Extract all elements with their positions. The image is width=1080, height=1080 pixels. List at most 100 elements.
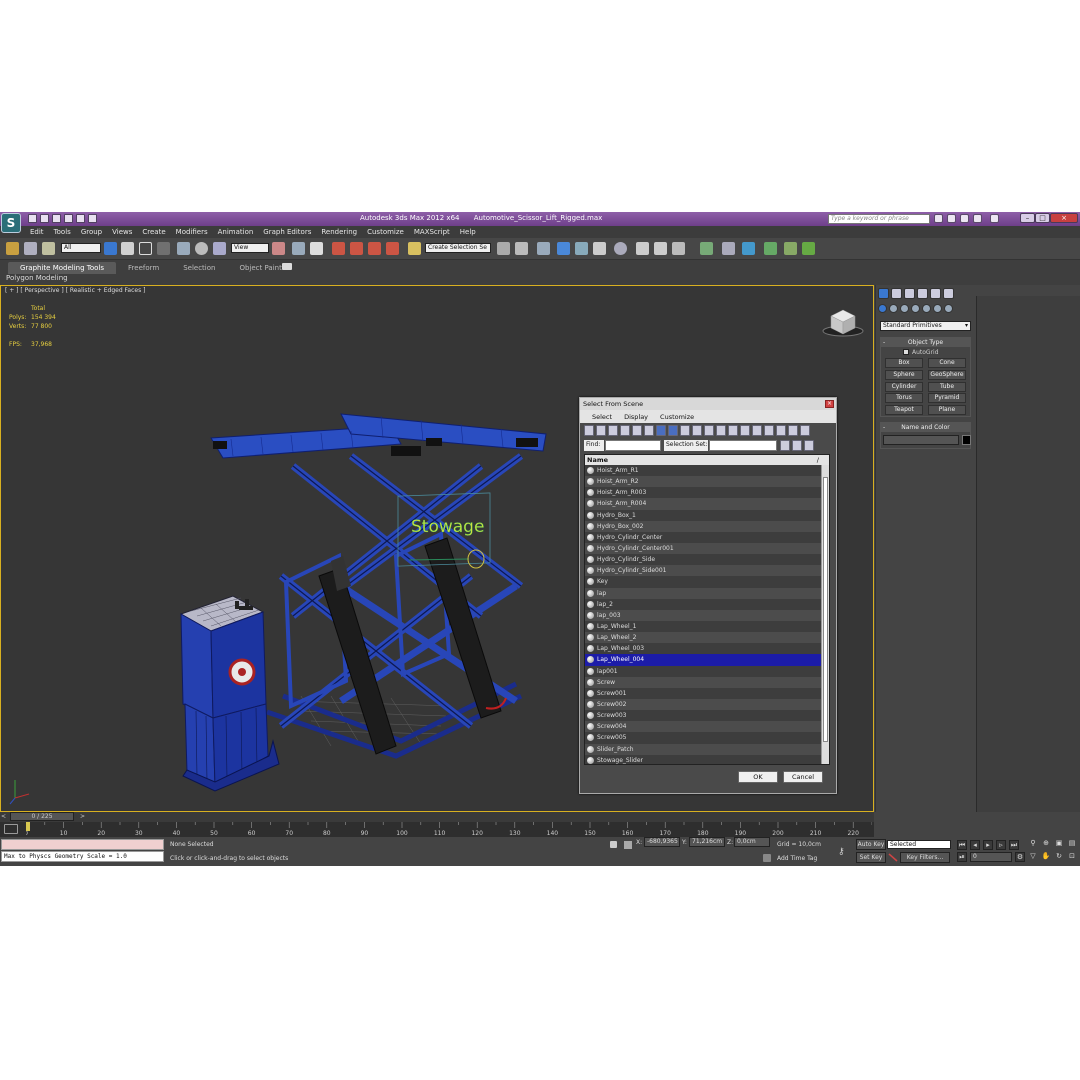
go-to-end-icon[interactable]: ⏭ <box>1009 840 1019 850</box>
search-input[interactable]: Type a keyword or phrase <box>828 214 930 224</box>
menu-create[interactable]: Create <box>142 228 165 236</box>
create-cone-button[interactable]: Cone <box>928 358 966 368</box>
create-sphere-button[interactable]: Sphere <box>885 369 923 380</box>
filter-icon[interactable] <box>788 425 798 436</box>
object-name-input[interactable] <box>883 435 959 445</box>
list-item[interactable]: Lap_Wheel_2 <box>585 632 829 644</box>
go-to-start-icon[interactable]: ⏮ <box>957 840 967 850</box>
field-of-view-icon[interactable]: ▽ <box>1028 852 1038 862</box>
key-mode-toggle-icon[interactable]: ⏯ <box>957 852 967 862</box>
pan-icon[interactable]: ✋ <box>1041 852 1051 862</box>
maximize-button[interactable]: □ <box>1035 213 1050 223</box>
play-icon[interactable]: ▸ <box>983 840 993 850</box>
list-item[interactable]: Hydro_Box_1 <box>585 510 829 521</box>
dialog-menu-customize[interactable]: Customize <box>660 413 694 421</box>
select-none-icon[interactable] <box>740 425 750 436</box>
menu-modifiers[interactable]: Modifiers <box>176 228 208 236</box>
list-item[interactable]: Key <box>585 576 829 587</box>
list-item[interactable]: lap001 <box>585 666 829 677</box>
list-item[interactable]: Hydro_Cylindr_Center001 <box>585 542 829 555</box>
geometry-icon[interactable] <box>878 304 887 313</box>
time-configuration-icon[interactable]: ⚙ <box>1015 852 1025 862</box>
project-folder-icon[interactable] <box>88 214 97 223</box>
rotate-icon[interactable] <box>195 242 208 255</box>
save-file-icon[interactable] <box>52 214 61 223</box>
menu-views[interactable]: Views <box>112 228 132 236</box>
zoom-icon[interactable]: ⚲ <box>1028 839 1038 849</box>
keyboard-shortcut-icon[interactable] <box>310 242 323 255</box>
display-tab-icon[interactable] <box>930 288 941 299</box>
cancel-button[interactable]: Cancel <box>783 771 823 783</box>
previous-frame-icon[interactable]: ◂ <box>970 840 980 850</box>
mini-curve-editor-icon[interactable] <box>4 824 18 834</box>
select-by-name-icon[interactable] <box>121 242 134 255</box>
space-warps-icon[interactable] <box>933 304 942 313</box>
selection-filter-dropdown[interactable]: All <box>61 243 101 253</box>
dialog-close-button[interactable]: × <box>825 400 834 408</box>
display-bones-icon[interactable] <box>680 425 690 436</box>
cameras-icon[interactable] <box>911 304 920 313</box>
autogrid-checkbox[interactable]: AutoGrid <box>903 349 939 356</box>
window-crossing-icon[interactable] <box>157 242 170 255</box>
schematic-view-icon[interactable] <box>593 242 606 255</box>
key-mode-dropdown[interactable]: Selected <box>887 840 951 849</box>
zoom-all-icon[interactable]: ⊕ <box>1041 839 1051 849</box>
display-frozen-icon[interactable] <box>704 425 714 436</box>
redo-icon[interactable] <box>76 214 85 223</box>
list-item[interactable]: Lap_Wheel_004 <box>585 654 829 666</box>
viewcube[interactable] <box>821 304 865 338</box>
display-hidden-icon[interactable] <box>716 425 726 436</box>
display-spacewarps-icon[interactable] <box>644 425 654 436</box>
display-helpers-icon[interactable] <box>632 425 642 436</box>
close-button[interactable]: × <box>1050 213 1078 223</box>
spinner-snap-icon[interactable] <box>386 242 399 255</box>
physx-icon[interactable] <box>742 242 755 255</box>
create-selection-set-icon[interactable] <box>792 440 802 451</box>
dialog-menu-select[interactable]: Select <box>592 413 612 421</box>
list-item[interactable]: Screw001 <box>585 688 829 699</box>
set-key-button[interactable]: Set Key <box>856 852 886 863</box>
menu-group[interactable]: Group <box>81 228 102 236</box>
list-item[interactable]: Stowage_Slider <box>585 755 829 764</box>
create-geosphere-button[interactable]: GeoSphere <box>928 369 966 380</box>
align-icon[interactable] <box>515 242 528 255</box>
lights-icon[interactable] <box>900 304 909 313</box>
list-item[interactable]: Hydro_Box_002 <box>585 520 829 532</box>
maximize-viewport-icon[interactable]: ⊡ <box>1067 852 1077 862</box>
move-icon[interactable] <box>177 242 190 255</box>
select-object-icon[interactable] <box>104 242 117 255</box>
select-invert-icon[interactable] <box>752 425 762 436</box>
list-item[interactable]: Hydro_Cylindr_Side001 <box>585 565 829 577</box>
time-slider[interactable]: < 0 / 225 > <box>0 812 874 822</box>
time-slider-thumb[interactable]: 0 / 225 <box>10 812 74 821</box>
edit-named-selection-icon[interactable] <box>408 242 421 255</box>
curve-editor-icon[interactable] <box>575 242 588 255</box>
select-all-icon[interactable] <box>728 425 738 436</box>
maxscript-listener-output[interactable]: Max to Physcs Geometry Scale = 1.0 <box>1 851 164 862</box>
list-scroll-thumb[interactable] <box>823 477 828 742</box>
unlink-selection-icon[interactable] <box>24 242 37 255</box>
motion-tab-icon[interactable] <box>917 288 928 299</box>
select-and-link-icon[interactable] <box>6 242 19 255</box>
menu-tools[interactable]: Tools <box>54 228 71 236</box>
selection-set-dropdown[interactable] <box>709 440 777 451</box>
display-containers-icon[interactable] <box>692 425 702 436</box>
selection-set-options-icon[interactable] <box>780 440 790 451</box>
name-column-header[interactable]: Name / <box>585 455 829 465</box>
current-frame-field[interactable]: 0 <box>970 852 1012 862</box>
display-children-icon[interactable] <box>764 425 774 436</box>
list-item[interactable]: Screw004 <box>585 721 829 733</box>
material-editor-icon[interactable] <box>614 242 627 255</box>
communication-center-icon[interactable] <box>960 214 969 223</box>
minimize-button[interactable]: – <box>1020 213 1035 223</box>
zoom-extents-icon[interactable]: ▣ <box>1054 839 1064 849</box>
dialog-menu-display[interactable]: Display <box>624 413 648 421</box>
create-tab-icon[interactable] <box>878 288 889 299</box>
new-file-icon[interactable] <box>28 214 37 223</box>
create-tube-button[interactable]: Tube <box>928 381 966 392</box>
find-input[interactable] <box>605 440 661 451</box>
scale-icon[interactable] <box>213 242 226 255</box>
create-plane-button[interactable]: Plane <box>928 405 966 416</box>
ribbon-tab-graphite-modeling-tools[interactable]: Graphite Modeling Tools <box>8 262 117 274</box>
remove-selection-set-icon[interactable] <box>804 440 814 451</box>
